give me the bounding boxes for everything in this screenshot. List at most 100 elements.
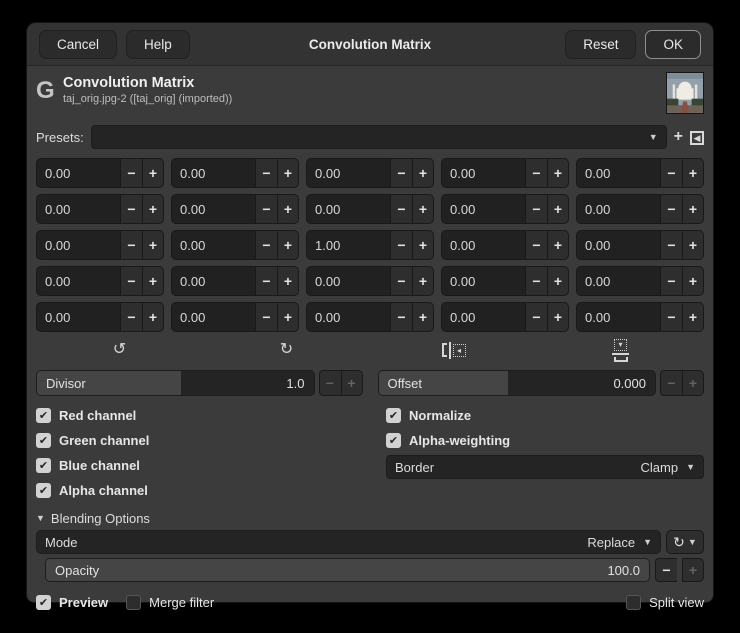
increment-button[interactable]: +	[547, 230, 569, 260]
matrix-value-input[interactable]: 0.00	[441, 266, 525, 296]
matrix-value-input[interactable]: 0.00	[576, 158, 660, 188]
decrement-button[interactable]: −	[660, 302, 682, 332]
decrement-button[interactable]: −	[525, 194, 547, 224]
increment-button[interactable]: +	[277, 302, 299, 332]
increment-button[interactable]: +	[142, 230, 164, 260]
decrement-button[interactable]: −	[390, 230, 412, 260]
help-button[interactable]: Help	[126, 29, 190, 59]
increment-button[interactable]: +	[277, 194, 299, 224]
alpha-weighting-checkbox[interactable]: ✔ Alpha-weighting	[386, 428, 704, 453]
matrix-value-input[interactable]: 0.00	[441, 194, 525, 224]
flip-horizontal-button[interactable]: ◂	[370, 338, 537, 362]
increment-button[interactable]: +	[142, 266, 164, 296]
increment-button[interactable]: +	[412, 194, 434, 224]
matrix-value-input[interactable]: 0.00	[306, 302, 390, 332]
opacity-slider[interactable]: Opacity 100.0	[45, 558, 650, 582]
matrix-value-input[interactable]: 1.00	[306, 230, 390, 260]
matrix-value-input[interactable]: 0.00	[171, 230, 255, 260]
decrement-button[interactable]: −	[660, 158, 682, 188]
decrement-button[interactable]: −	[660, 194, 682, 224]
increment-button[interactable]: +	[412, 230, 434, 260]
decrement-button[interactable]: −	[255, 230, 277, 260]
offset-increment-button[interactable]: +	[682, 370, 704, 396]
divisor-increment-button[interactable]: +	[340, 370, 363, 396]
decrement-button[interactable]: −	[525, 302, 547, 332]
matrix-value-input[interactable]: 0.00	[441, 302, 525, 332]
matrix-value-input[interactable]: 0.00	[36, 158, 120, 188]
increment-button[interactable]: +	[142, 194, 164, 224]
decrement-button[interactable]: −	[120, 158, 142, 188]
matrix-value-input[interactable]: 0.00	[306, 266, 390, 296]
increment-button[interactable]: +	[277, 158, 299, 188]
border-dropdown[interactable]: Border Clamp ▼	[386, 455, 704, 479]
offset-decrement-button[interactable]: −	[660, 370, 682, 396]
increment-button[interactable]: +	[682, 158, 704, 188]
green-channel-checkbox[interactable]: ✔ Green channel	[36, 428, 386, 453]
opacity-decrement-button[interactable]: −	[655, 558, 677, 582]
split-view-checkbox[interactable]: Split view	[626, 590, 704, 615]
decrement-button[interactable]: −	[120, 230, 142, 260]
decrement-button[interactable]: −	[255, 158, 277, 188]
matrix-value-input[interactable]: 0.00	[576, 194, 660, 224]
alpha-channel-checkbox[interactable]: ✔ Alpha channel	[36, 478, 386, 503]
opacity-increment-button[interactable]: +	[682, 558, 704, 582]
decrement-button[interactable]: −	[390, 266, 412, 296]
mode-dropdown[interactable]: Mode Replace ▼	[36, 530, 661, 554]
normalize-checkbox[interactable]: ✔ Normalize	[386, 403, 704, 428]
matrix-value-input[interactable]: 0.00	[171, 158, 255, 188]
increment-button[interactable]: +	[682, 194, 704, 224]
matrix-value-input[interactable]: 0.00	[171, 266, 255, 296]
mode-reset-button[interactable]: ↻ ▼	[666, 530, 704, 554]
matrix-value-input[interactable]: 0.00	[441, 158, 525, 188]
decrement-button[interactable]: −	[390, 302, 412, 332]
blue-channel-checkbox[interactable]: ✔ Blue channel	[36, 453, 386, 478]
manage-presets-button[interactable]: ◀	[690, 129, 704, 145]
decrement-button[interactable]: −	[255, 302, 277, 332]
decrement-button[interactable]: −	[660, 266, 682, 296]
offset-slider[interactable]: Offset 0.000	[377, 370, 656, 396]
rotate-counterclockwise-button[interactable]: ↺	[36, 338, 203, 362]
matrix-value-input[interactable]: 0.00	[306, 194, 390, 224]
increment-button[interactable]: +	[277, 230, 299, 260]
increment-button[interactable]: +	[547, 158, 569, 188]
merge-filter-checkbox[interactable]: Merge filter	[126, 590, 214, 615]
decrement-button[interactable]: −	[525, 230, 547, 260]
increment-button[interactable]: +	[412, 266, 434, 296]
presets-dropdown[interactable]: ▼	[90, 125, 667, 149]
decrement-button[interactable]: −	[120, 266, 142, 296]
increment-button[interactable]: +	[682, 230, 704, 260]
matrix-value-input[interactable]: 0.00	[36, 302, 120, 332]
matrix-value-input[interactable]: 0.00	[576, 230, 660, 260]
matrix-value-input[interactable]: 0.00	[171, 194, 255, 224]
increment-button[interactable]: +	[142, 302, 164, 332]
reset-button[interactable]: Reset	[565, 29, 637, 59]
increment-button[interactable]: +	[547, 266, 569, 296]
increment-button[interactable]: +	[142, 158, 164, 188]
divisor-slider[interactable]: Divisor 1.0	[36, 370, 315, 396]
increment-button[interactable]: +	[682, 266, 704, 296]
preview-checkbox[interactable]: ✔ Preview	[36, 590, 108, 615]
decrement-button[interactable]: −	[120, 194, 142, 224]
matrix-value-input[interactable]: 0.00	[306, 158, 390, 188]
increment-button[interactable]: +	[412, 302, 434, 332]
matrix-value-input[interactable]: 0.00	[576, 266, 660, 296]
decrement-button[interactable]: −	[390, 194, 412, 224]
increment-button[interactable]: +	[412, 158, 434, 188]
increment-button[interactable]: +	[277, 266, 299, 296]
increment-button[interactable]: +	[547, 194, 569, 224]
flip-vertical-button[interactable]: ▾	[537, 338, 704, 362]
rotate-clockwise-button[interactable]: ↻	[203, 338, 370, 362]
matrix-value-input[interactable]: 0.00	[36, 266, 120, 296]
decrement-button[interactable]: −	[120, 302, 142, 332]
decrement-button[interactable]: −	[255, 266, 277, 296]
red-channel-checkbox[interactable]: ✔ Red channel	[36, 403, 386, 428]
decrement-button[interactable]: −	[390, 158, 412, 188]
matrix-value-input[interactable]: 0.00	[441, 230, 525, 260]
decrement-button[interactable]: −	[660, 230, 682, 260]
ok-button[interactable]: OK	[645, 29, 701, 59]
decrement-button[interactable]: −	[525, 158, 547, 188]
matrix-value-input[interactable]: 0.00	[171, 302, 255, 332]
cancel-button[interactable]: Cancel	[39, 29, 118, 59]
matrix-value-input[interactable]: 0.00	[36, 230, 120, 260]
matrix-value-input[interactable]: 0.00	[576, 302, 660, 332]
